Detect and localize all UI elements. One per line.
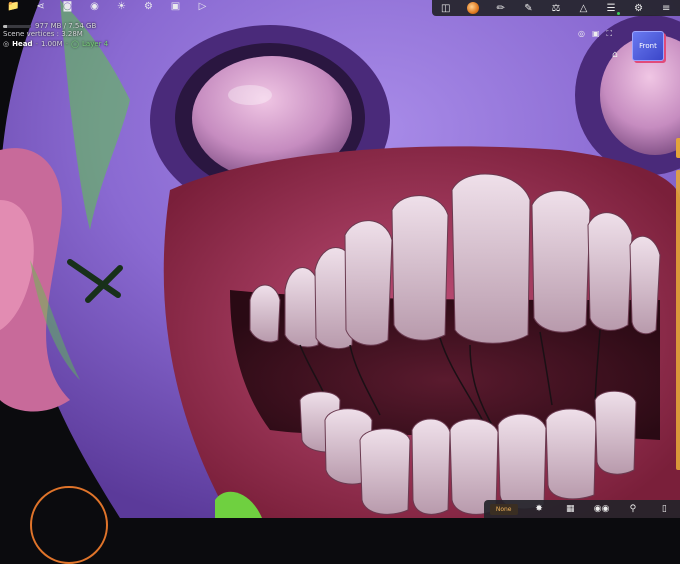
sun-icon[interactable]: ☀	[108, 0, 135, 13]
home-icon[interactable]: ⌂	[612, 50, 618, 60]
gear-icon[interactable]: ⚙	[628, 0, 650, 16]
search-icon[interactable]: ⚲	[623, 500, 643, 518]
scene-vertices: Scene vertices : 3.28M	[3, 30, 83, 38]
image-icon[interactable]: ▣	[162, 0, 189, 13]
share-icon[interactable]: ⋖	[27, 0, 54, 13]
bottom-toolbar: None ✸ ▦ ◉◉ ⚲ ▯	[484, 500, 680, 518]
head-icon[interactable]: ◙	[54, 0, 81, 13]
active-object-row[interactable]: ◎ Head - 1.00M - ◯ Layer 4	[3, 40, 108, 48]
memory-text: 977 MB / 7.54 GB	[35, 22, 97, 30]
layer-icon: ◯	[71, 40, 79, 48]
brush-color-swatch[interactable]	[462, 0, 484, 16]
object-vertices: 1.00M	[40, 40, 63, 48]
tools-toolbar: ◫ ✏ ✎ ⚖ △ ☰ ⚙ ≡	[432, 0, 680, 16]
sliders-icon[interactable]: ≡	[655, 0, 677, 16]
sculpt-viewport[interactable]	[0, 0, 680, 518]
separator: -	[35, 40, 38, 48]
lab-flask-icon[interactable]: ⚖	[545, 0, 567, 16]
mesh-icon[interactable]: ✸	[529, 500, 549, 518]
folder-icon[interactable]: 📁	[0, 0, 27, 13]
paint-icon[interactable]: ✎	[517, 0, 539, 16]
fullscreen-icon[interactable]: ⛶	[607, 29, 613, 39]
view-cube[interactable]: Front	[632, 31, 664, 61]
panel-icon[interactable]: ▯	[654, 500, 674, 518]
stamp-icon[interactable]: ◫	[435, 0, 457, 16]
view-cube-label: Front	[639, 42, 657, 50]
video-icon[interactable]: ▷	[189, 0, 216, 13]
scene-info: 977 MB / 7.54 GB Scene vertices : 3.28M …	[3, 22, 108, 48]
memory-bar-fill	[3, 24, 7, 28]
lock-icon[interactable]: ▣	[592, 29, 600, 39]
settings-dial-icon[interactable]: ⚙	[135, 0, 162, 13]
main-toolbar: 📁 ⋖ ◙ ◉ ☀ ⚙ ▣ ▷	[0, 0, 216, 13]
material-none-button[interactable]: None	[489, 503, 518, 515]
memory-row: 977 MB / 7.54 GB	[3, 22, 108, 30]
layer-name: Layer 4	[82, 40, 109, 48]
view-controls: ◎ ▣ ⛶	[578, 29, 612, 39]
focus-icon[interactable]: ◎	[578, 29, 585, 39]
sphere-icon[interactable]: ◉	[81, 0, 108, 13]
color-swatch-icon	[467, 2, 480, 14]
glasses-icon[interactable]: ◉◉	[592, 500, 612, 518]
eye-icon[interactable]: ◎	[3, 40, 9, 48]
memory-bar	[3, 24, 31, 28]
brush-icon[interactable]: ✏	[490, 0, 512, 16]
object-name: Head	[12, 40, 33, 48]
separator: -	[65, 40, 69, 48]
symmetry-icon[interactable]: △	[573, 0, 595, 16]
layers-icon[interactable]: ☰	[600, 0, 622, 16]
brush-cursor-ring	[30, 486, 108, 564]
grid-icon[interactable]: ▦	[560, 500, 580, 518]
right-slider-track[interactable]	[676, 170, 680, 470]
right-panel-handle[interactable]	[676, 138, 680, 158]
monster-head-render	[0, 0, 680, 518]
layers-active-dot	[617, 12, 621, 15]
